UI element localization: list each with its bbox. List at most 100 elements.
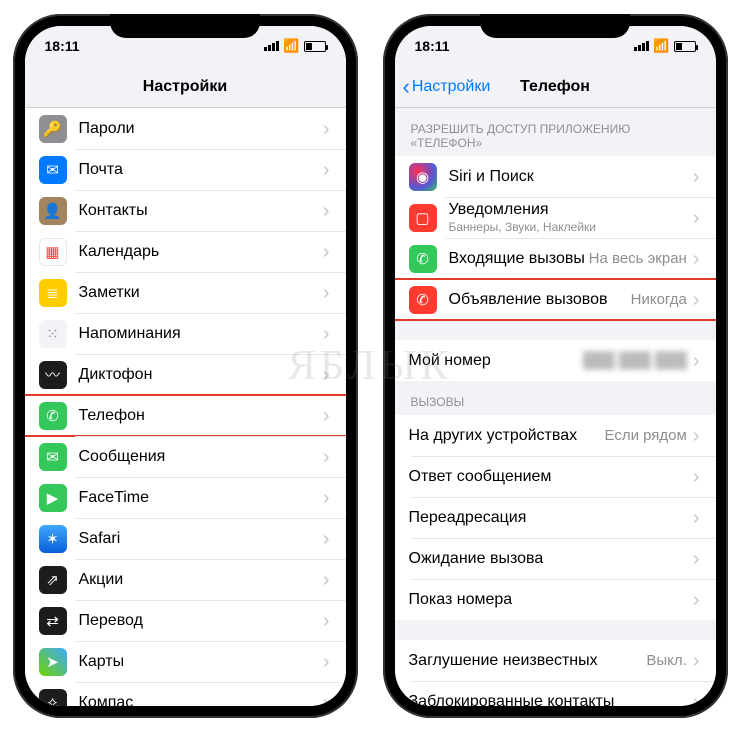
chevron-left-icon: ‹	[403, 76, 410, 98]
notch	[480, 14, 630, 38]
row-label: Акции	[79, 571, 323, 589]
list-item[interactable]: ✆Входящие вызовыНа весь экран›	[395, 238, 716, 279]
chevron-right-icon: ›	[323, 201, 330, 221]
signal-icon	[264, 41, 279, 51]
chevron-right-icon: ›	[693, 249, 700, 269]
list-item[interactable]: Ответ сообщением›	[395, 456, 716, 497]
chevron-right-icon: ›	[693, 692, 700, 707]
row-value: Выкл.	[646, 652, 686, 669]
chevron-right-icon: ›	[323, 447, 330, 467]
chevron-right-icon: ›	[693, 208, 700, 228]
row-value: Никогда	[631, 291, 687, 308]
list-item[interactable]: ✆Телефон›	[25, 395, 346, 436]
nav-bar: Настройки	[25, 66, 346, 108]
screen-left: 18:11 📶 Настройки 🔑Пароли›✉︎Почта›👤Конта…	[25, 26, 346, 706]
screen-right: 18:11 📶 ‹ Настройки Телефон Разрешить до…	[395, 26, 716, 706]
list-item[interactable]: Заглушение неизвестныхВыкл.›	[395, 640, 716, 681]
settings-list[interactable]: 🔑Пароли›✉︎Почта›👤Контакты›▦Календарь›≣За…	[25, 108, 346, 706]
list-item[interactable]: ▶FaceTime›	[25, 477, 346, 518]
list-item[interactable]: 〰Диктофон›	[25, 354, 346, 395]
row-label: Уведомления	[449, 201, 693, 219]
back-button[interactable]: ‹ Настройки	[403, 76, 491, 98]
row-label: Напоминания	[79, 325, 323, 343]
chevron-right-icon: ›	[323, 365, 330, 385]
incoming-icon: ✆	[409, 245, 437, 273]
row-label: Карты	[79, 653, 323, 671]
battery-icon	[674, 41, 696, 52]
notch	[110, 14, 260, 38]
list-item[interactable]: Заблокированные контакты›	[395, 681, 716, 706]
list-item[interactable]: Показ номера›	[395, 579, 716, 620]
phone-settings-list[interactable]: Разрешить доступ приложению «Телефон» ◉S…	[395, 108, 716, 706]
battery-icon	[304, 41, 326, 52]
list-item[interactable]: ✆Объявление вызововНикогда›	[395, 279, 716, 320]
announce-icon: ✆	[409, 286, 437, 314]
chevron-right-icon: ›	[323, 488, 330, 508]
list-item[interactable]: ▦Календарь›	[25, 231, 346, 272]
wifi-icon: 📶	[653, 38, 669, 54]
list-item[interactable]: ✶Safari›	[25, 518, 346, 559]
translate-icon: ⇄	[39, 607, 67, 635]
chevron-right-icon: ›	[323, 406, 330, 426]
calendar-icon: ▦	[39, 238, 67, 266]
chevron-right-icon: ›	[693, 467, 700, 487]
row-label: Объявление вызовов	[449, 291, 631, 309]
chevron-right-icon: ›	[323, 283, 330, 303]
row-label: На других устройствах	[409, 427, 605, 445]
page-title: Телефон	[520, 78, 590, 96]
row-label: Показ номера	[409, 591, 693, 609]
list-item[interactable]: ✧Компас›	[25, 682, 346, 706]
row-label: Почта	[79, 161, 323, 179]
row-label: Ответ сообщением	[409, 468, 693, 486]
list-item[interactable]: Мой номер███ ███ ███›	[395, 340, 716, 381]
list-item[interactable]: ⁙Напоминания›	[25, 313, 346, 354]
row-label: Пароли	[79, 120, 323, 138]
chevron-right-icon: ›	[693, 351, 700, 371]
chevron-right-icon: ›	[323, 611, 330, 631]
list-item[interactable]: ⇄ Перевод›	[25, 600, 346, 641]
status-time: 18:11	[415, 38, 450, 54]
list-item[interactable]: ✉︎Почта›	[25, 149, 346, 190]
list-item[interactable]: ≣Заметки›	[25, 272, 346, 313]
compass-icon: ✧	[39, 689, 67, 707]
list-item[interactable]: ✉︎ Сообщения›	[25, 436, 346, 477]
phone-frame-left: 18:11 📶 Настройки 🔑Пароли›✉︎Почта›👤Конта…	[13, 14, 358, 718]
list-item[interactable]: Ожидание вызова›	[395, 538, 716, 579]
phone-frame-right: 18:11 📶 ‹ Настройки Телефон Разрешить до…	[383, 14, 728, 718]
stocks-icon: ⇗	[39, 566, 67, 594]
page-title: Настройки	[143, 78, 227, 96]
status-time: 18:11	[45, 38, 80, 54]
row-label: Ожидание вызова	[409, 550, 693, 568]
notes-icon: ≣	[39, 279, 67, 307]
list-item[interactable]: ➤ Карты›	[25, 641, 346, 682]
row-label: Сообщения	[79, 448, 323, 466]
list-item[interactable]: ⇗Акции›	[25, 559, 346, 600]
list-item[interactable]: ▢УведомленияБаннеры, Звуки, Наклейки›	[395, 197, 716, 238]
chevron-right-icon: ›	[693, 549, 700, 569]
safari-icon: ✶	[39, 525, 67, 553]
messages-icon: ✉︎	[39, 443, 67, 471]
maps-icon: ➤	[39, 648, 67, 676]
row-label: Заглушение неизвестных	[409, 652, 647, 670]
row-value: На весь экран	[589, 250, 687, 267]
list-item[interactable]: Переадресация›	[395, 497, 716, 538]
list-item[interactable]: 👤Контакты›	[25, 190, 346, 231]
row-label: Перевод	[79, 612, 323, 630]
mail-icon: ✉︎	[39, 156, 67, 184]
row-label: Siri и Поиск	[449, 168, 693, 186]
row-label: Диктофон	[79, 366, 323, 384]
chevron-right-icon: ›	[323, 324, 330, 344]
chevron-right-icon: ›	[323, 652, 330, 672]
back-label: Настройки	[412, 78, 490, 96]
signal-icon	[634, 41, 649, 51]
chevron-right-icon: ›	[693, 590, 700, 610]
list-item[interactable]: ◉Siri и Поиск›	[395, 156, 716, 197]
chevron-right-icon: ›	[693, 167, 700, 187]
list-item[interactable]: 🔑Пароли›	[25, 108, 346, 149]
list-item[interactable]: На других устройствахЕсли рядом›	[395, 415, 716, 456]
status-indicators: 📶	[634, 38, 695, 54]
row-label: Компас	[79, 694, 323, 707]
row-sublabel: Баннеры, Звуки, Наклейки	[449, 220, 693, 234]
row-label: Контакты	[79, 202, 323, 220]
chevron-right-icon: ›	[693, 508, 700, 528]
